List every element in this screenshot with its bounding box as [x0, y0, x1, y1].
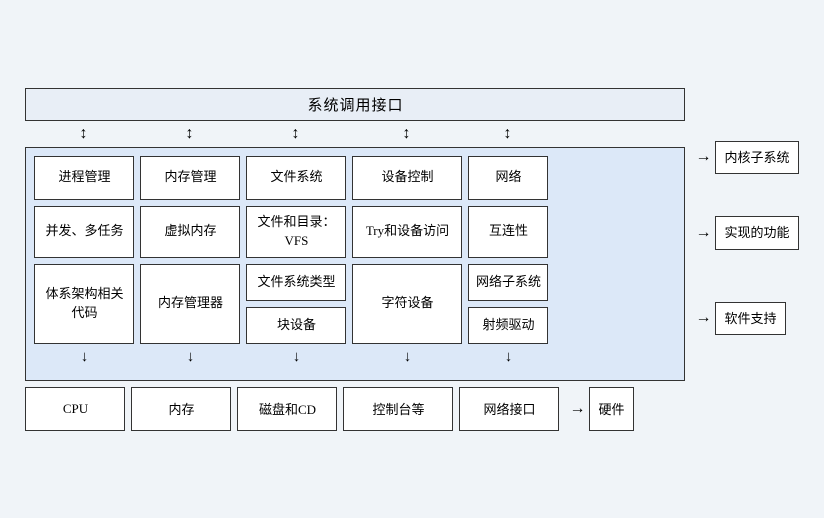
cell-block-dev: 块设备 — [246, 307, 346, 344]
arrow-dn-mem — [140, 348, 240, 368]
row3: 体系架构相关代码 内存管理器 文件系统类型 块设备 字符设备 网络子系统 射频驱… — [34, 264, 676, 344]
hardware-box: 硬件 — [589, 387, 633, 431]
hardware-group: 硬件 — [569, 387, 633, 431]
cell-concurrency: 并发、多任务 — [34, 206, 134, 258]
cell-fs-types-group: 文件系统类型 块设备 — [246, 264, 346, 344]
bottom-mem: 内存 — [131, 387, 231, 431]
bottom-cpu: CPU — [25, 387, 125, 431]
cell-net-subsys: 网络子系统 — [468, 264, 548, 301]
cell-dev-ctrl: 设备控制 — [352, 156, 462, 200]
right-labels: 内核子系统 实现的功能 软件支持 — [685, 115, 798, 336]
arrow-dn-cpu — [34, 348, 134, 368]
arrow-fs — [245, 121, 345, 147]
bottom-netif: 网络接口 — [459, 387, 559, 431]
arrow-proc — [33, 121, 133, 147]
cell-process-mgmt: 进程管理 — [34, 156, 134, 200]
main-diagram: 系统调用接口 进程管理 内存管理 文件系统 设备控制 网络 — [25, 88, 798, 431]
cell-try-dev: Try和设备访问 — [352, 206, 462, 258]
arrow-to-impl — [695, 224, 711, 242]
arrow-to-kernel — [695, 148, 711, 166]
arrow-dn-console — [352, 348, 462, 368]
label-kernel-subsys: 内核子系统 — [715, 141, 798, 175]
arrow-dn-disk — [246, 348, 346, 368]
cell-net-group: 网络子系统 射频驱动 — [468, 264, 548, 344]
bottom-row: CPU 内存 磁盘和CD 控制台等 网络接口 硬件 — [25, 387, 633, 431]
bottom-console: 控制台等 — [343, 387, 453, 431]
row2: 并发、多任务 虚拟内存 文件和目录：VFS Try和设备访问 互连性 — [34, 206, 676, 258]
row1: 进程管理 内存管理 文件系统 设备控制 网络 — [34, 156, 676, 200]
cell-fs-types: 文件系统类型 — [246, 264, 346, 301]
cell-rf-driver: 射频驱动 — [468, 307, 548, 344]
arrow-net — [467, 121, 547, 147]
arrow-to-sw — [695, 309, 711, 327]
label-sw-support: 软件支持 — [715, 302, 785, 336]
cell-network: 网络 — [468, 156, 548, 200]
cell-mem-mgmt: 内存管理 — [140, 156, 240, 200]
right-label-impl: 实现的功能 — [695, 216, 798, 250]
cell-mem-mgr: 内存管理器 — [140, 264, 240, 344]
bottom-cells: CPU 内存 磁盘和CD 控制台等 网络接口 硬件 — [25, 387, 633, 431]
arrow-dev — [351, 121, 461, 147]
cell-interconnect: 互连性 — [468, 206, 548, 258]
kernel-box: 进程管理 内存管理 文件系统 设备控制 网络 并发、多任务 虚拟内存 文件和目录… — [25, 147, 685, 381]
cell-virtual-mem: 虚拟内存 — [140, 206, 240, 258]
cell-filesystem: 文件系统 — [246, 156, 346, 200]
syscall-bar: 系统调用接口 — [25, 88, 685, 121]
cell-arch-code: 体系架构相关代码 — [34, 264, 134, 344]
cell-char-dev: 字符设备 — [352, 264, 462, 344]
arrow-mem — [139, 121, 239, 147]
arrow-to-hardware — [569, 400, 585, 418]
arrow-dn-netif — [468, 348, 548, 368]
right-label-kernel: 内核子系统 — [695, 141, 798, 175]
cell-vfs: 文件和目录：VFS — [246, 206, 346, 258]
down-arrows-inner — [34, 348, 676, 368]
bottom-disk: 磁盘和CD — [237, 387, 337, 431]
label-impl-func: 实现的功能 — [715, 216, 798, 250]
right-label-sw: 软件支持 — [695, 302, 798, 336]
